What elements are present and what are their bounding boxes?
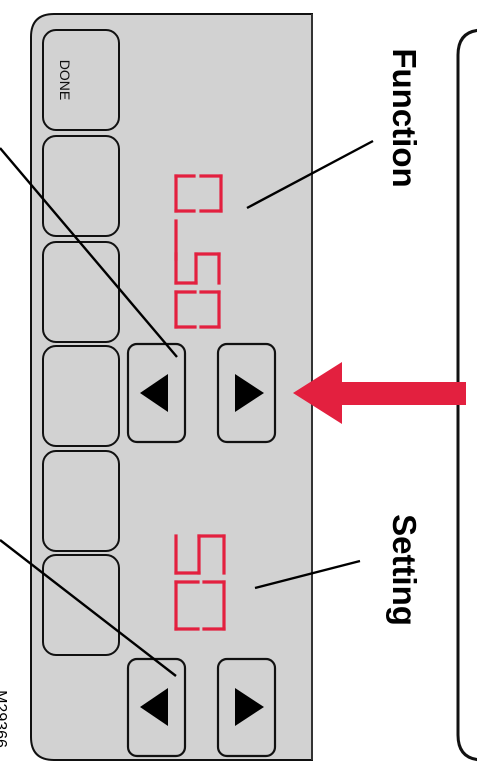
- done-button[interactable]: [42, 29, 120, 131]
- key-button-6[interactable]: [42, 554, 120, 656]
- figure-code: M29366: [0, 690, 9, 748]
- done-button-label: DONE: [57, 60, 73, 100]
- thermostat-diagram: DONE 0120: [0, 13, 477, 762]
- setting-callout-label: Setting: [386, 514, 423, 626]
- key-button-3[interactable]: [42, 241, 120, 343]
- red-arrow-icon: [293, 362, 466, 424]
- key-button-5[interactable]: [42, 450, 120, 552]
- key-button-4[interactable]: [42, 345, 120, 447]
- key-button-2[interactable]: [42, 135, 120, 237]
- key-column: DONE: [42, 29, 120, 656]
- function-callout-label: Function: [386, 48, 423, 187]
